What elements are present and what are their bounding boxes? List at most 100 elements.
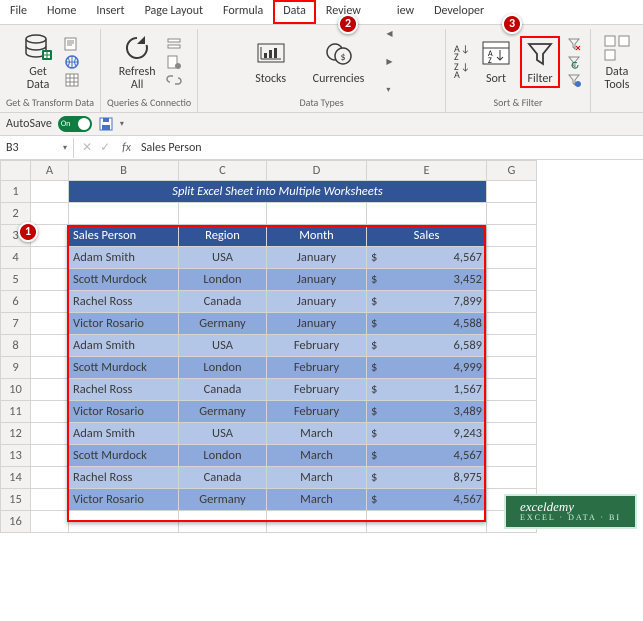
row-header[interactable]: 8 (1, 335, 31, 357)
col-header[interactable]: E (367, 161, 487, 181)
table-cell[interactable]: $ (367, 445, 397, 467)
table-cell[interactable]: Rachel Ross (69, 379, 179, 401)
table-cell[interactable]: March (267, 423, 367, 445)
table-cell[interactable]: USA (179, 247, 267, 269)
table-cell[interactable]: 3,452 (397, 269, 487, 291)
table-cell[interactable]: Scott Murdock (69, 445, 179, 467)
tab-formulas[interactable]: Formula (213, 0, 273, 24)
row-header[interactable]: 11 (1, 401, 31, 423)
tab-developer[interactable]: Developer (424, 0, 494, 24)
refresh-all-button[interactable]: Refresh All (115, 30, 160, 94)
table-cell[interactable]: Germany (179, 401, 267, 423)
row-header[interactable]: 4 (1, 247, 31, 269)
table-cell[interactable]: Adam Smith (69, 247, 179, 269)
table-cell[interactable]: 7,899 (397, 291, 487, 313)
data-tools-button[interactable]: Data Tools (597, 30, 637, 94)
col-header[interactable]: G (487, 161, 537, 181)
table-cell[interactable]: February (267, 379, 367, 401)
row-header[interactable]: 5 (1, 269, 31, 291)
table-cell[interactable]: 8,975 (397, 467, 487, 489)
table-cell[interactable]: 6,589 (397, 335, 487, 357)
table-header[interactable]: Sales (367, 225, 487, 247)
table-cell[interactable]: January (267, 247, 367, 269)
table-header[interactable]: Month (267, 225, 367, 247)
table-cell[interactable]: London (179, 269, 267, 291)
table-cell[interactable]: January (267, 313, 367, 335)
table-cell[interactable]: 3,489 (397, 401, 487, 423)
row-header[interactable]: 6 (1, 291, 31, 313)
col-header[interactable]: C (179, 161, 267, 181)
row-header[interactable]: 7 (1, 313, 31, 335)
row-header[interactable]: 16 (1, 511, 31, 533)
table-cell[interactable]: $ (367, 291, 397, 313)
cancel-formula-icon[interactable]: ✕ (82, 140, 92, 155)
autosave-toggle[interactable]: On (58, 116, 92, 132)
tab-insert[interactable]: Insert (86, 0, 134, 24)
table-cell[interactable]: Scott Murdock (69, 357, 179, 379)
table-cell[interactable]: $ (367, 401, 397, 423)
datatypes-more-icon[interactable]: ▾ (386, 85, 392, 95)
formula-input[interactable]: Sales Person (135, 138, 643, 158)
qat-more-icon[interactable]: ▾ (120, 119, 124, 129)
table-cell[interactable]: $ (367, 467, 397, 489)
table-cell[interactable]: 4,567 (397, 489, 487, 511)
row-header[interactable]: 10 (1, 379, 31, 401)
row-header[interactable]: 9 (1, 357, 31, 379)
table-cell[interactable]: 4,588 (397, 313, 487, 335)
table-cell[interactable]: Victor Rosario (69, 489, 179, 511)
table-cell[interactable]: Rachel Ross (69, 467, 179, 489)
table-cell[interactable]: 4,567 (397, 247, 487, 269)
table-cell[interactable]: $ (367, 379, 397, 401)
table-header[interactable]: Sales Person (69, 225, 179, 247)
table-cell[interactable]: $ (367, 335, 397, 357)
table-cell[interactable]: Victor Rosario (69, 313, 179, 335)
currencies-button[interactable]: $ Currencies (309, 36, 369, 88)
table-cell[interactable]: March (267, 467, 367, 489)
table-cell[interactable]: Rachel Ross (69, 291, 179, 313)
enter-formula-icon[interactable]: ✓ (100, 140, 110, 155)
col-header[interactable]: D (267, 161, 367, 181)
table-cell[interactable]: February (267, 335, 367, 357)
table-cell[interactable]: $ (367, 269, 397, 291)
sort-az-buttons[interactable]: AZ↓ ZA↓ (452, 43, 472, 81)
table-cell[interactable]: $ (367, 357, 397, 379)
queries-extras[interactable] (164, 34, 184, 90)
stocks-button[interactable]: Stocks (251, 36, 291, 88)
name-box[interactable]: B3▾ (0, 138, 74, 158)
tab-page-layout[interactable]: Page Layout (135, 0, 213, 24)
table-cell[interactable]: $ (367, 423, 397, 445)
table-cell[interactable]: March (267, 445, 367, 467)
table-cell[interactable]: Canada (179, 379, 267, 401)
table-cell[interactable]: January (267, 269, 367, 291)
row-header[interactable]: 12 (1, 423, 31, 445)
col-header[interactable]: A (31, 161, 69, 181)
datatypes-right-icon[interactable]: ▶ (386, 57, 392, 67)
table-cell[interactable]: Canada (179, 291, 267, 313)
table-cell[interactable]: $ (367, 313, 397, 335)
table-cell[interactable]: Germany (179, 313, 267, 335)
row-header[interactable]: 13 (1, 445, 31, 467)
table-cell[interactable]: Adam Smith (69, 335, 179, 357)
save-icon[interactable] (98, 116, 114, 132)
tab-data[interactable]: Data (273, 0, 316, 24)
fx-icon[interactable]: fx (118, 141, 135, 155)
table-cell[interactable]: January (267, 291, 367, 313)
table-cell[interactable]: $ (367, 247, 397, 269)
table-cell[interactable]: USA (179, 423, 267, 445)
table-cell[interactable]: Germany (179, 489, 267, 511)
get-data-button[interactable]: Get Data (18, 30, 58, 94)
table-cell[interactable]: 4,567 (397, 445, 487, 467)
table-cell[interactable]: Canada (179, 467, 267, 489)
col-header[interactable]: B (69, 161, 179, 181)
row-header[interactable]: 14 (1, 467, 31, 489)
worksheet-grid[interactable]: A B C D E G 1Split Excel Sheet into Mult… (0, 160, 643, 533)
table-cell[interactable]: February (267, 401, 367, 423)
get-data-extras[interactable] (62, 34, 82, 90)
table-cell[interactable]: London (179, 357, 267, 379)
sort-button[interactable]: AZ Sort (476, 36, 516, 88)
row-header[interactable]: 15 (1, 489, 31, 511)
table-cell[interactable]: Adam Smith (69, 423, 179, 445)
filter-button[interactable]: Filter (520, 36, 560, 88)
table-cell[interactable]: $ (367, 489, 397, 511)
table-cell[interactable]: 1,567 (397, 379, 487, 401)
